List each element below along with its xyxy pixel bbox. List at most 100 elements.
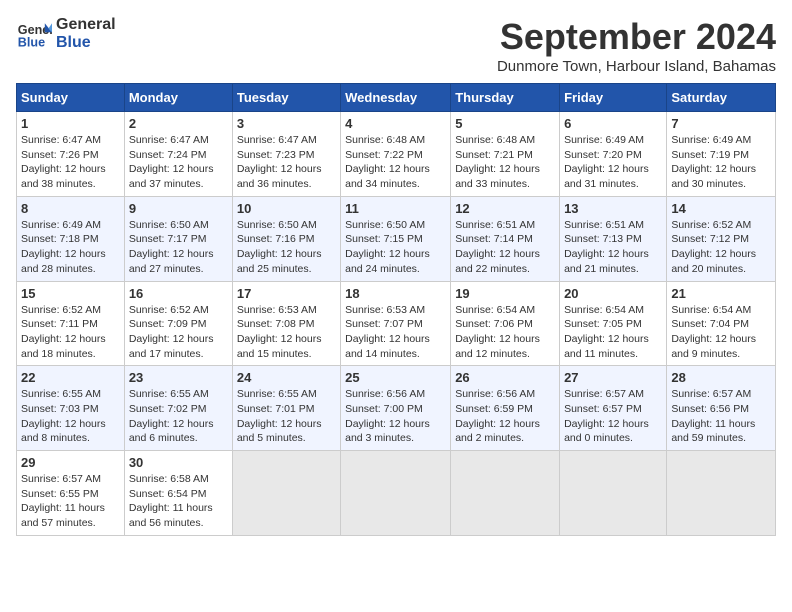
day-info: Sunrise: 6:54 AMSunset: 7:04 PMDaylight:… (671, 303, 771, 362)
calendar-cell: 4 Sunrise: 6:48 AMSunset: 7:22 PMDayligh… (341, 112, 451, 197)
calendar-cell: 3 Sunrise: 6:47 AMSunset: 7:23 PMDayligh… (232, 112, 340, 197)
day-number: 28 (671, 370, 771, 385)
svg-text:Blue: Blue (18, 36, 45, 50)
calendar-week-row: 29 Sunrise: 6:57 AMSunset: 6:55 PMDaylig… (17, 451, 776, 536)
day-number: 6 (564, 116, 662, 131)
day-number: 19 (455, 286, 555, 301)
calendar-cell: 17 Sunrise: 6:53 AMSunset: 7:08 PMDaylig… (232, 281, 340, 366)
calendar-cell: 18 Sunrise: 6:53 AMSunset: 7:07 PMDaylig… (341, 281, 451, 366)
calendar-cell: 1 Sunrise: 6:47 AMSunset: 7:26 PMDayligh… (17, 112, 125, 197)
calendar-cell: 22 Sunrise: 6:55 AMSunset: 7:03 PMDaylig… (17, 366, 125, 451)
weekday-header-saturday: Saturday (667, 84, 776, 112)
calendar-table: SundayMondayTuesdayWednesdayThursdayFrid… (16, 83, 776, 536)
day-number: 13 (564, 201, 662, 216)
day-info: Sunrise: 6:48 AMSunset: 7:22 PMDaylight:… (345, 133, 446, 192)
day-number: 26 (455, 370, 555, 385)
day-info: Sunrise: 6:50 AMSunset: 7:16 PMDaylight:… (237, 218, 336, 277)
calendar-cell: 7 Sunrise: 6:49 AMSunset: 7:19 PMDayligh… (667, 112, 776, 197)
logo-general: General (56, 16, 116, 34)
day-number: 14 (671, 201, 771, 216)
day-info: Sunrise: 6:54 AMSunset: 7:05 PMDaylight:… (564, 303, 662, 362)
title-area: September 2024 Dunmore Town, Harbour Isl… (497, 16, 776, 75)
day-info: Sunrise: 6:52 AMSunset: 7:09 PMDaylight:… (129, 303, 228, 362)
day-info: Sunrise: 6:55 AMSunset: 7:03 PMDaylight:… (21, 387, 120, 446)
day-info: Sunrise: 6:53 AMSunset: 7:07 PMDaylight:… (345, 303, 446, 362)
day-number: 8 (21, 201, 120, 216)
day-info: Sunrise: 6:55 AMSunset: 7:02 PMDaylight:… (129, 387, 228, 446)
day-info: Sunrise: 6:57 AMSunset: 6:57 PMDaylight:… (564, 387, 662, 446)
calendar-week-row: 8 Sunrise: 6:49 AMSunset: 7:18 PMDayligh… (17, 196, 776, 281)
calendar-cell: 26 Sunrise: 6:56 AMSunset: 6:59 PMDaylig… (451, 366, 560, 451)
calendar-cell: 13 Sunrise: 6:51 AMSunset: 7:13 PMDaylig… (560, 196, 667, 281)
calendar-cell: 5 Sunrise: 6:48 AMSunset: 7:21 PMDayligh… (451, 112, 560, 197)
day-info: Sunrise: 6:52 AMSunset: 7:12 PMDaylight:… (671, 218, 771, 277)
day-info: Sunrise: 6:55 AMSunset: 7:01 PMDaylight:… (237, 387, 336, 446)
day-number: 16 (129, 286, 228, 301)
day-number: 1 (21, 116, 120, 131)
day-number: 12 (455, 201, 555, 216)
day-number: 25 (345, 370, 446, 385)
day-number: 22 (21, 370, 120, 385)
weekday-header-sunday: Sunday (17, 84, 125, 112)
calendar-cell: 10 Sunrise: 6:50 AMSunset: 7:16 PMDaylig… (232, 196, 340, 281)
calendar-cell (232, 451, 340, 536)
calendar-cell (341, 451, 451, 536)
calendar-cell: 28 Sunrise: 6:57 AMSunset: 6:56 PMDaylig… (667, 366, 776, 451)
day-number: 15 (21, 286, 120, 301)
calendar-week-row: 22 Sunrise: 6:55 AMSunset: 7:03 PMDaylig… (17, 366, 776, 451)
day-info: Sunrise: 6:53 AMSunset: 7:08 PMDaylight:… (237, 303, 336, 362)
calendar-cell: 23 Sunrise: 6:55 AMSunset: 7:02 PMDaylig… (124, 366, 232, 451)
day-number: 5 (455, 116, 555, 131)
day-number: 7 (671, 116, 771, 131)
calendar-cell: 2 Sunrise: 6:47 AMSunset: 7:24 PMDayligh… (124, 112, 232, 197)
calendar-week-row: 1 Sunrise: 6:47 AMSunset: 7:26 PMDayligh… (17, 112, 776, 197)
day-number: 21 (671, 286, 771, 301)
day-info: Sunrise: 6:50 AMSunset: 7:17 PMDaylight:… (129, 218, 228, 277)
day-info: Sunrise: 6:47 AMSunset: 7:23 PMDaylight:… (237, 133, 336, 192)
day-info: Sunrise: 6:49 AMSunset: 7:18 PMDaylight:… (21, 218, 120, 277)
day-info: Sunrise: 6:54 AMSunset: 7:06 PMDaylight:… (455, 303, 555, 362)
day-number: 4 (345, 116, 446, 131)
day-info: Sunrise: 6:57 AMSunset: 6:55 PMDaylight:… (21, 472, 120, 531)
calendar-cell: 9 Sunrise: 6:50 AMSunset: 7:17 PMDayligh… (124, 196, 232, 281)
calendar-cell: 11 Sunrise: 6:50 AMSunset: 7:15 PMDaylig… (341, 196, 451, 281)
logo-icon: General Blue (16, 16, 52, 52)
day-number: 2 (129, 116, 228, 131)
calendar-cell: 20 Sunrise: 6:54 AMSunset: 7:05 PMDaylig… (560, 281, 667, 366)
day-number: 30 (129, 455, 228, 470)
day-number: 24 (237, 370, 336, 385)
calendar-cell: 12 Sunrise: 6:51 AMSunset: 7:14 PMDaylig… (451, 196, 560, 281)
calendar-cell: 30 Sunrise: 6:58 AMSunset: 6:54 PMDaylig… (124, 451, 232, 536)
calendar-cell: 21 Sunrise: 6:54 AMSunset: 7:04 PMDaylig… (667, 281, 776, 366)
day-info: Sunrise: 6:47 AMSunset: 7:26 PMDaylight:… (21, 133, 120, 192)
calendar-cell: 19 Sunrise: 6:54 AMSunset: 7:06 PMDaylig… (451, 281, 560, 366)
day-info: Sunrise: 6:56 AMSunset: 6:59 PMDaylight:… (455, 387, 555, 446)
month-title: September 2024 (497, 16, 776, 58)
location-title: Dunmore Town, Harbour Island, Bahamas (497, 58, 776, 75)
calendar-cell: 27 Sunrise: 6:57 AMSunset: 6:57 PMDaylig… (560, 366, 667, 451)
day-info: Sunrise: 6:51 AMSunset: 7:14 PMDaylight:… (455, 218, 555, 277)
calendar-cell: 14 Sunrise: 6:52 AMSunset: 7:12 PMDaylig… (667, 196, 776, 281)
day-info: Sunrise: 6:49 AMSunset: 7:20 PMDaylight:… (564, 133, 662, 192)
day-info: Sunrise: 6:56 AMSunset: 7:00 PMDaylight:… (345, 387, 446, 446)
day-number: 11 (345, 201, 446, 216)
calendar-cell: 15 Sunrise: 6:52 AMSunset: 7:11 PMDaylig… (17, 281, 125, 366)
day-number: 23 (129, 370, 228, 385)
weekday-header-tuesday: Tuesday (232, 84, 340, 112)
day-info: Sunrise: 6:48 AMSunset: 7:21 PMDaylight:… (455, 133, 555, 192)
day-number: 27 (564, 370, 662, 385)
day-number: 18 (345, 286, 446, 301)
day-info: Sunrise: 6:49 AMSunset: 7:19 PMDaylight:… (671, 133, 771, 192)
header: General Blue General Blue September 2024… (16, 16, 776, 75)
calendar-cell: 8 Sunrise: 6:49 AMSunset: 7:18 PMDayligh… (17, 196, 125, 281)
calendar-cell (560, 451, 667, 536)
day-number: 17 (237, 286, 336, 301)
day-number: 20 (564, 286, 662, 301)
weekday-header-monday: Monday (124, 84, 232, 112)
logo-blue: Blue (56, 34, 116, 52)
day-info: Sunrise: 6:47 AMSunset: 7:24 PMDaylight:… (129, 133, 228, 192)
calendar-cell: 16 Sunrise: 6:52 AMSunset: 7:09 PMDaylig… (124, 281, 232, 366)
weekday-header-row: SundayMondayTuesdayWednesdayThursdayFrid… (17, 84, 776, 112)
calendar-cell: 24 Sunrise: 6:55 AMSunset: 7:01 PMDaylig… (232, 366, 340, 451)
weekday-header-friday: Friday (560, 84, 667, 112)
